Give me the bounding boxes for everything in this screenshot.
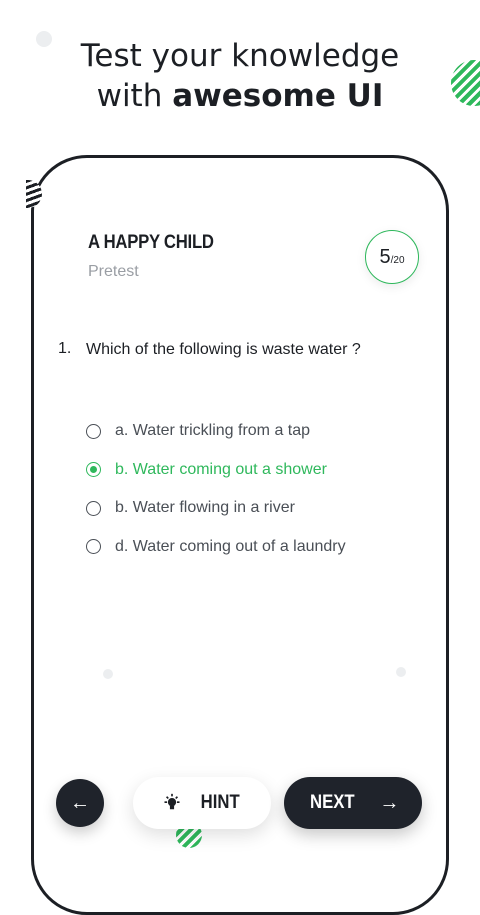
headline: Test your knowledge with awesome UI bbox=[0, 36, 480, 116]
question-number: 1. bbox=[58, 340, 72, 357]
quiz-subtitle: Pretest bbox=[88, 263, 139, 280]
hint-button[interactable]: HINT bbox=[133, 777, 271, 829]
headline-line-2-prefix: with bbox=[96, 78, 173, 114]
progress-current: 5 bbox=[379, 245, 391, 268]
headline-line-1: Test your knowledge bbox=[80, 38, 400, 74]
back-button[interactable]: ← bbox=[56, 779, 104, 827]
progress-counter: 5/20 bbox=[365, 230, 419, 284]
answer-option-b[interactable]: b. Water flowing in a river bbox=[86, 489, 346, 528]
quiz-title: A HAPPY CHILD bbox=[88, 232, 214, 253]
answer-option-a[interactable]: a. Water trickling from a tap bbox=[86, 412, 346, 451]
headline-line-2-bold: awesome UI bbox=[172, 78, 384, 114]
answer-option-label: a. Water trickling from a tap bbox=[115, 422, 311, 440]
answer-options: a. Water trickling from a tap b. Water c… bbox=[86, 412, 346, 566]
headline-line-2: with awesome UI bbox=[97, 78, 384, 114]
lightbulb-icon bbox=[164, 793, 180, 810]
progress-total: /20 bbox=[390, 254, 405, 266]
radio-button[interactable] bbox=[86, 500, 101, 516]
arrow-right-icon: → bbox=[379, 792, 400, 814]
decor-dot-mid-right bbox=[396, 667, 406, 677]
decor-dot-mid-left bbox=[103, 669, 113, 679]
hint-label: HINT bbox=[200, 792, 240, 813]
answer-option-label: b. Water coming out a shower bbox=[115, 460, 327, 478]
radio-button[interactable] bbox=[86, 539, 101, 555]
answer-option-b-selected[interactable]: b. Water coming out a shower bbox=[86, 451, 346, 490]
next-label: NEXT bbox=[309, 792, 355, 813]
radio-button[interactable] bbox=[86, 423, 101, 439]
arrow-left-icon: ← bbox=[70, 792, 90, 814]
question-text: Which of the following is waste water ? bbox=[86, 341, 361, 358]
radio-button-selected[interactable] bbox=[86, 462, 101, 478]
answer-option-label: d. Water coming out of a laundry bbox=[115, 537, 346, 555]
answer-option-d[interactable]: d. Water coming out of a laundry bbox=[86, 528, 346, 567]
answer-option-label: b. Water flowing in a river bbox=[115, 499, 295, 517]
next-button[interactable]: NEXT → bbox=[284, 777, 422, 829]
